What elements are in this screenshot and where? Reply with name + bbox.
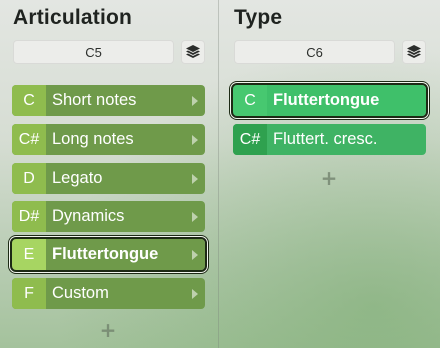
type-item-fluttertongue[interactable]: C Fluttertongue bbox=[231, 83, 428, 118]
type-layers-button[interactable] bbox=[402, 40, 426, 64]
layers-icon bbox=[407, 45, 421, 58]
articulation-item-long-notes[interactable]: C# Long notes bbox=[12, 124, 205, 155]
articulation-item-custom[interactable]: F Custom bbox=[12, 278, 205, 309]
chevron-right-icon[interactable] bbox=[188, 288, 202, 299]
type-title: Type bbox=[234, 6, 283, 29]
key-label: C# bbox=[12, 124, 46, 155]
key-label: C bbox=[233, 85, 267, 116]
key-label: D bbox=[12, 163, 46, 194]
key-label: D# bbox=[12, 201, 46, 232]
articulation-layers-button[interactable] bbox=[181, 40, 205, 64]
key-label: F bbox=[12, 278, 46, 309]
articulation-range-field[interactable]: C5 bbox=[13, 40, 174, 64]
item-label: Dynamics bbox=[52, 207, 125, 225]
chevron-right-icon[interactable] bbox=[188, 95, 202, 106]
item-label: Short notes bbox=[52, 91, 137, 109]
item-label: Legato bbox=[52, 169, 103, 187]
item-label: Long notes bbox=[52, 130, 134, 148]
articulation-item-dynamics[interactable]: D# Dynamics bbox=[12, 201, 205, 232]
add-articulation-button[interactable]: + bbox=[98, 318, 118, 342]
item-label: Fluttertongue bbox=[52, 245, 159, 263]
chevron-right-icon[interactable] bbox=[188, 211, 202, 222]
type-range-row: C6 bbox=[234, 40, 426, 64]
type-item-fluttert-cresc[interactable]: C# Fluttert. cresc. bbox=[233, 124, 426, 155]
articulation-item-fluttertongue[interactable]: E Fluttertongue bbox=[10, 237, 207, 272]
chevron-right-icon[interactable] bbox=[188, 134, 202, 145]
layers-icon bbox=[186, 45, 200, 58]
articulation-title: Articulation bbox=[13, 6, 133, 29]
key-label: C bbox=[12, 85, 46, 116]
key-switch-panel: Articulation C5 C Short notes C# Long no… bbox=[0, 0, 440, 348]
add-type-button[interactable]: + bbox=[319, 166, 339, 190]
key-label: C# bbox=[233, 124, 267, 155]
type-range-field[interactable]: C6 bbox=[234, 40, 395, 64]
column-divider bbox=[218, 0, 219, 348]
item-label: Custom bbox=[52, 284, 109, 302]
articulation-item-legato[interactable]: D Legato bbox=[12, 163, 205, 194]
item-label: Fluttert. cresc. bbox=[273, 130, 378, 148]
articulation-item-short-notes[interactable]: C Short notes bbox=[12, 85, 205, 116]
key-label: E bbox=[12, 239, 46, 270]
chevron-right-icon[interactable] bbox=[188, 249, 202, 260]
item-label: Fluttertongue bbox=[273, 91, 380, 109]
chevron-right-icon[interactable] bbox=[188, 173, 202, 184]
articulation-range-row: C5 bbox=[13, 40, 205, 64]
